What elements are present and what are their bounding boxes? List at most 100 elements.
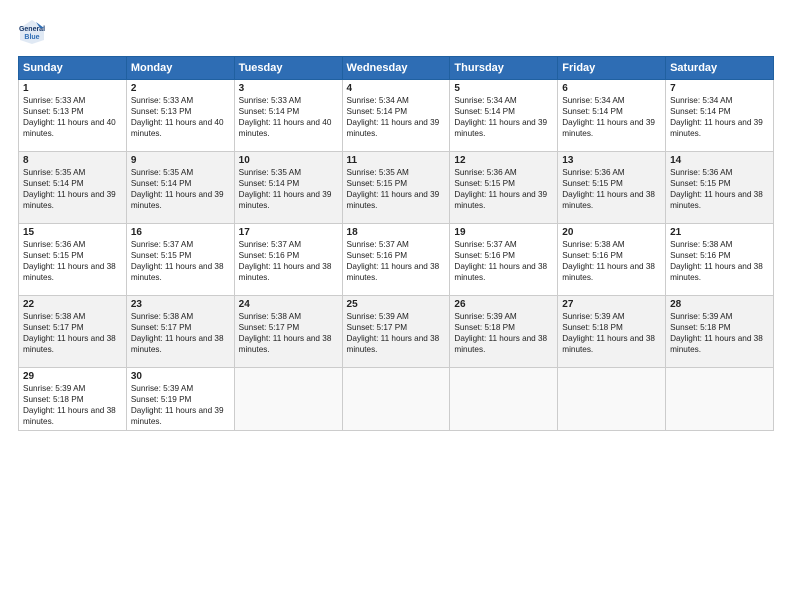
week-row-5: 29 Sunrise: 5:39 AMSunset: 5:18 PMDaylig… bbox=[19, 368, 774, 431]
day-number: 23 bbox=[131, 299, 230, 310]
day-number: 9 bbox=[131, 155, 230, 166]
calendar-cell: 15 Sunrise: 5:36 AMSunset: 5:15 PMDaylig… bbox=[19, 224, 127, 296]
cell-info: Sunrise: 5:37 AMSunset: 5:16 PMDaylight:… bbox=[239, 240, 332, 282]
svg-text:Blue: Blue bbox=[24, 34, 39, 41]
cell-info: Sunrise: 5:36 AMSunset: 5:15 PMDaylight:… bbox=[670, 168, 763, 210]
calendar-cell: 13 Sunrise: 5:36 AMSunset: 5:15 PMDaylig… bbox=[558, 152, 666, 224]
day-number: 8 bbox=[23, 155, 122, 166]
day-number: 17 bbox=[239, 227, 338, 238]
calendar-cell bbox=[558, 368, 666, 431]
cell-info: Sunrise: 5:35 AMSunset: 5:14 PMDaylight:… bbox=[131, 168, 224, 210]
calendar-cell: 11 Sunrise: 5:35 AMSunset: 5:15 PMDaylig… bbox=[342, 152, 450, 224]
calendar-cell: 14 Sunrise: 5:36 AMSunset: 5:15 PMDaylig… bbox=[666, 152, 774, 224]
calendar-cell: 2 Sunrise: 5:33 AMSunset: 5:13 PMDayligh… bbox=[126, 80, 234, 152]
day-number: 28 bbox=[670, 299, 769, 310]
day-number: 14 bbox=[670, 155, 769, 166]
cell-info: Sunrise: 5:37 AMSunset: 5:16 PMDaylight:… bbox=[347, 240, 440, 282]
cell-info: Sunrise: 5:33 AMSunset: 5:13 PMDaylight:… bbox=[131, 96, 224, 138]
cell-info: Sunrise: 5:37 AMSunset: 5:16 PMDaylight:… bbox=[454, 240, 547, 282]
day-number: 4 bbox=[347, 83, 446, 94]
weekday-header-wednesday: Wednesday bbox=[342, 57, 450, 80]
calendar-cell: 16 Sunrise: 5:37 AMSunset: 5:15 PMDaylig… bbox=[126, 224, 234, 296]
day-number: 3 bbox=[239, 83, 338, 94]
cell-info: Sunrise: 5:39 AMSunset: 5:18 PMDaylight:… bbox=[23, 384, 116, 426]
weekday-header-monday: Monday bbox=[126, 57, 234, 80]
calendar-cell: 7 Sunrise: 5:34 AMSunset: 5:14 PMDayligh… bbox=[666, 80, 774, 152]
calendar-cell: 30 Sunrise: 5:39 AMSunset: 5:19 PMDaylig… bbox=[126, 368, 234, 431]
week-row-3: 15 Sunrise: 5:36 AMSunset: 5:15 PMDaylig… bbox=[19, 224, 774, 296]
day-number: 21 bbox=[670, 227, 769, 238]
calendar-cell: 17 Sunrise: 5:37 AMSunset: 5:16 PMDaylig… bbox=[234, 224, 342, 296]
cell-info: Sunrise: 5:39 AMSunset: 5:18 PMDaylight:… bbox=[562, 312, 655, 354]
day-number: 13 bbox=[562, 155, 661, 166]
cell-info: Sunrise: 5:38 AMSunset: 5:17 PMDaylight:… bbox=[239, 312, 332, 354]
day-number: 12 bbox=[454, 155, 553, 166]
day-number: 5 bbox=[454, 83, 553, 94]
cell-info: Sunrise: 5:36 AMSunset: 5:15 PMDaylight:… bbox=[23, 240, 116, 282]
weekday-header-saturday: Saturday bbox=[666, 57, 774, 80]
day-number: 30 bbox=[131, 371, 230, 382]
calendar-table: SundayMondayTuesdayWednesdayThursdayFrid… bbox=[18, 56, 774, 431]
cell-info: Sunrise: 5:34 AMSunset: 5:14 PMDaylight:… bbox=[454, 96, 547, 138]
day-number: 24 bbox=[239, 299, 338, 310]
calendar-cell: 21 Sunrise: 5:38 AMSunset: 5:16 PMDaylig… bbox=[666, 224, 774, 296]
week-row-1: 1 Sunrise: 5:33 AMSunset: 5:13 PMDayligh… bbox=[19, 80, 774, 152]
calendar-cell: 19 Sunrise: 5:37 AMSunset: 5:16 PMDaylig… bbox=[450, 224, 558, 296]
day-number: 11 bbox=[347, 155, 446, 166]
calendar-cell: 28 Sunrise: 5:39 AMSunset: 5:18 PMDaylig… bbox=[666, 296, 774, 368]
calendar-cell: 20 Sunrise: 5:38 AMSunset: 5:16 PMDaylig… bbox=[558, 224, 666, 296]
calendar-cell: 25 Sunrise: 5:39 AMSunset: 5:17 PMDaylig… bbox=[342, 296, 450, 368]
cell-info: Sunrise: 5:39 AMSunset: 5:17 PMDaylight:… bbox=[347, 312, 440, 354]
calendar-cell: 24 Sunrise: 5:38 AMSunset: 5:17 PMDaylig… bbox=[234, 296, 342, 368]
cell-info: Sunrise: 5:35 AMSunset: 5:14 PMDaylight:… bbox=[239, 168, 332, 210]
header: General Blue bbox=[18, 18, 774, 46]
calendar-cell: 6 Sunrise: 5:34 AMSunset: 5:14 PMDayligh… bbox=[558, 80, 666, 152]
day-number: 26 bbox=[454, 299, 553, 310]
calendar-cell: 18 Sunrise: 5:37 AMSunset: 5:16 PMDaylig… bbox=[342, 224, 450, 296]
calendar-cell: 22 Sunrise: 5:38 AMSunset: 5:17 PMDaylig… bbox=[19, 296, 127, 368]
cell-info: Sunrise: 5:34 AMSunset: 5:14 PMDaylight:… bbox=[562, 96, 655, 138]
cell-info: Sunrise: 5:38 AMSunset: 5:17 PMDaylight:… bbox=[23, 312, 116, 354]
calendar-cell: 10 Sunrise: 5:35 AMSunset: 5:14 PMDaylig… bbox=[234, 152, 342, 224]
calendar-cell: 26 Sunrise: 5:39 AMSunset: 5:18 PMDaylig… bbox=[450, 296, 558, 368]
cell-info: Sunrise: 5:39 AMSunset: 5:19 PMDaylight:… bbox=[131, 384, 224, 426]
day-number: 27 bbox=[562, 299, 661, 310]
weekday-header-friday: Friday bbox=[558, 57, 666, 80]
calendar-cell: 4 Sunrise: 5:34 AMSunset: 5:14 PMDayligh… bbox=[342, 80, 450, 152]
weekday-header-row: SundayMondayTuesdayWednesdayThursdayFrid… bbox=[19, 57, 774, 80]
day-number: 29 bbox=[23, 371, 122, 382]
logo-icon: General Blue bbox=[18, 18, 46, 46]
calendar-cell: 9 Sunrise: 5:35 AMSunset: 5:14 PMDayligh… bbox=[126, 152, 234, 224]
cell-info: Sunrise: 5:38 AMSunset: 5:17 PMDaylight:… bbox=[131, 312, 224, 354]
logo: General Blue bbox=[18, 18, 50, 46]
calendar-cell: 3 Sunrise: 5:33 AMSunset: 5:14 PMDayligh… bbox=[234, 80, 342, 152]
day-number: 1 bbox=[23, 83, 122, 94]
cell-info: Sunrise: 5:35 AMSunset: 5:14 PMDaylight:… bbox=[23, 168, 116, 210]
cell-info: Sunrise: 5:36 AMSunset: 5:15 PMDaylight:… bbox=[562, 168, 655, 210]
day-number: 15 bbox=[23, 227, 122, 238]
cell-info: Sunrise: 5:34 AMSunset: 5:14 PMDaylight:… bbox=[347, 96, 440, 138]
day-number: 20 bbox=[562, 227, 661, 238]
calendar-cell: 12 Sunrise: 5:36 AMSunset: 5:15 PMDaylig… bbox=[450, 152, 558, 224]
cell-info: Sunrise: 5:38 AMSunset: 5:16 PMDaylight:… bbox=[670, 240, 763, 282]
cell-info: Sunrise: 5:33 AMSunset: 5:14 PMDaylight:… bbox=[239, 96, 332, 138]
week-row-2: 8 Sunrise: 5:35 AMSunset: 5:14 PMDayligh… bbox=[19, 152, 774, 224]
weekday-header-sunday: Sunday bbox=[19, 57, 127, 80]
calendar-cell bbox=[234, 368, 342, 431]
calendar-cell bbox=[450, 368, 558, 431]
calendar-cell bbox=[342, 368, 450, 431]
cell-info: Sunrise: 5:33 AMSunset: 5:13 PMDaylight:… bbox=[23, 96, 116, 138]
calendar-cell: 27 Sunrise: 5:39 AMSunset: 5:18 PMDaylig… bbox=[558, 296, 666, 368]
calendar-cell: 29 Sunrise: 5:39 AMSunset: 5:18 PMDaylig… bbox=[19, 368, 127, 431]
day-number: 2 bbox=[131, 83, 230, 94]
day-number: 16 bbox=[131, 227, 230, 238]
page: General Blue SundayMondayTuesdayWednesda… bbox=[0, 0, 792, 612]
cell-info: Sunrise: 5:38 AMSunset: 5:16 PMDaylight:… bbox=[562, 240, 655, 282]
weekday-header-thursday: Thursday bbox=[450, 57, 558, 80]
calendar-cell: 1 Sunrise: 5:33 AMSunset: 5:13 PMDayligh… bbox=[19, 80, 127, 152]
calendar-cell bbox=[666, 368, 774, 431]
cell-info: Sunrise: 5:36 AMSunset: 5:15 PMDaylight:… bbox=[454, 168, 547, 210]
cell-info: Sunrise: 5:39 AMSunset: 5:18 PMDaylight:… bbox=[454, 312, 547, 354]
weekday-header-tuesday: Tuesday bbox=[234, 57, 342, 80]
calendar-cell: 23 Sunrise: 5:38 AMSunset: 5:17 PMDaylig… bbox=[126, 296, 234, 368]
